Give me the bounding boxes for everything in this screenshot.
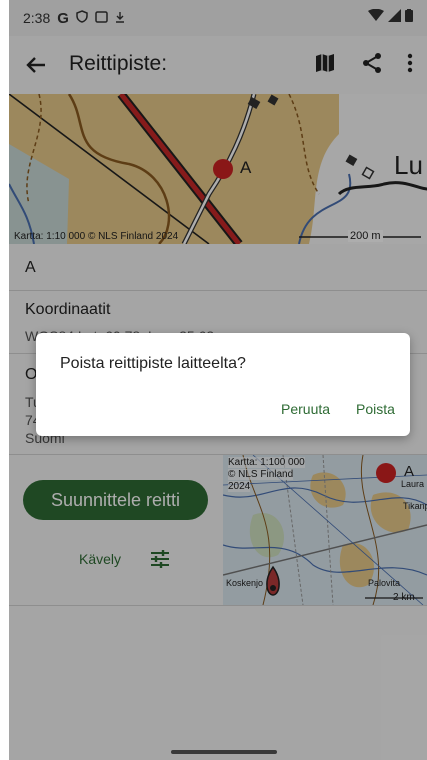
cancel-button[interactable]: Peruuta	[281, 401, 330, 417]
delete-button[interactable]: Poista	[356, 401, 395, 417]
screen: 2:38 G Reittipiste: A Lu Kartta: 1:10 00…	[9, 0, 427, 760]
dialog-message: Poista reittipiste laitteelta?	[60, 355, 246, 372]
delete-confirmation-dialog: Poista reittipiste laitteelta? Peruuta P…	[36, 333, 410, 436]
